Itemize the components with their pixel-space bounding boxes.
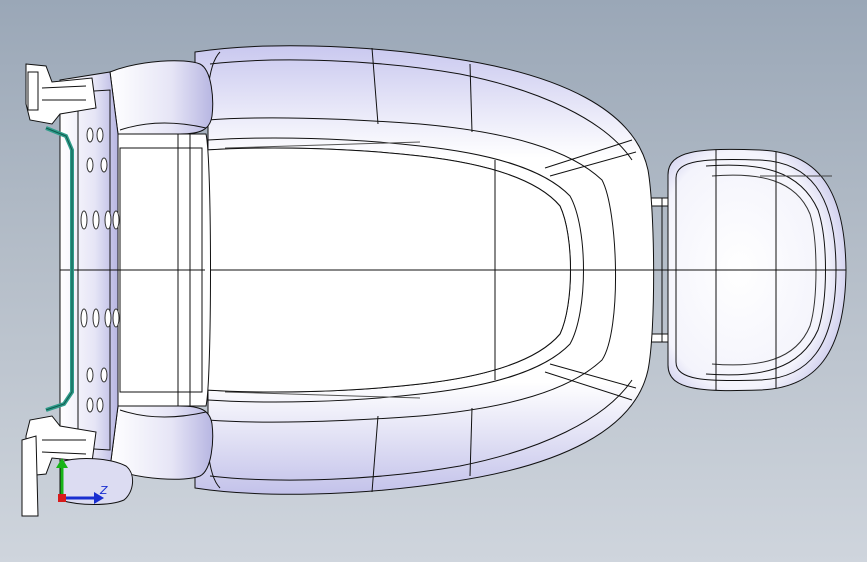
z-axis-label: Z <box>99 484 108 497</box>
cad-viewport[interactable]: Z <box>0 0 867 562</box>
seat-frame <box>21 60 214 517</box>
headrest <box>667 148 847 392</box>
seat-cad-model[interactable]: Z <box>0 0 867 562</box>
